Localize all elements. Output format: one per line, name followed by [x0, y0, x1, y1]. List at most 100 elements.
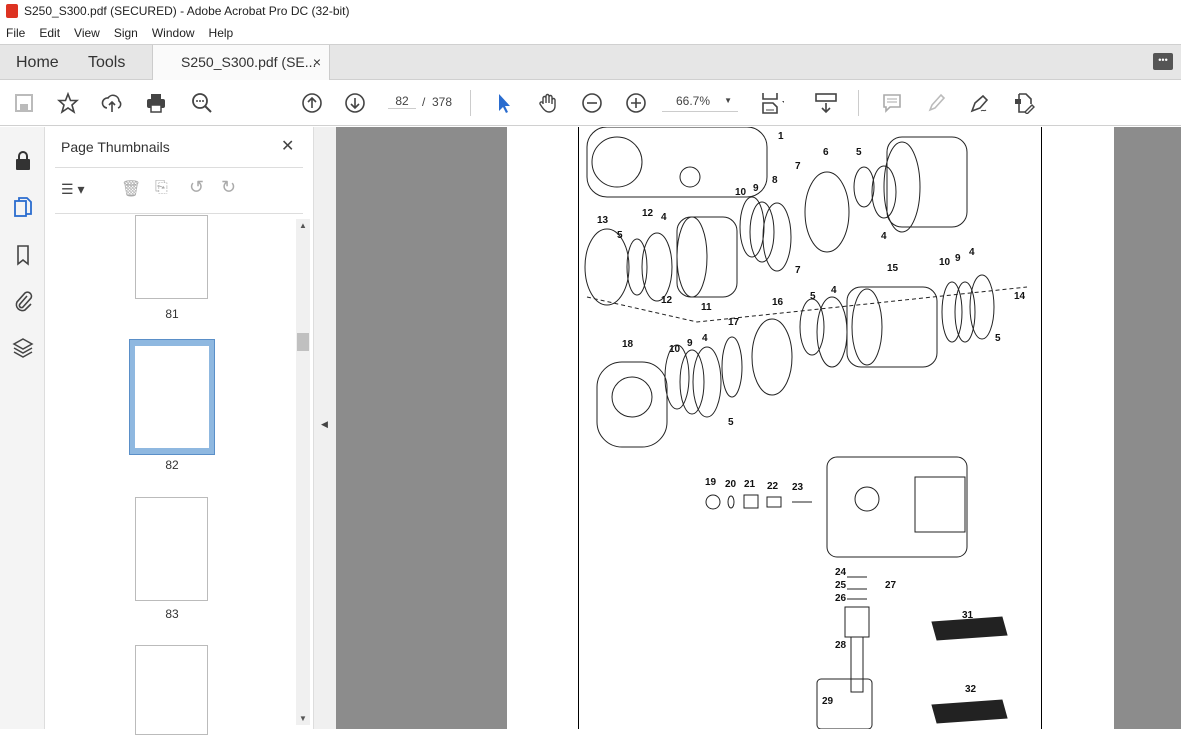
tab-bar: Home Tools S250_S300.pdf (SE... × ••• [0, 44, 1181, 81]
edit-pdf-icon[interactable] [1012, 91, 1036, 115]
thumbnail-page-83[interactable] [135, 497, 208, 601]
zoom-value: 66.7% [676, 94, 711, 108]
total-pages: 378 [432, 95, 453, 109]
hand-tool-icon[interactable] [536, 91, 560, 115]
title-bar: S250_S300.pdf (SECURED) - Adobe Acrobat … [0, 0, 1181, 22]
thumbnail-options-icon[interactable]: ☰ ▾ [61, 181, 95, 199]
menu-edit[interactable]: Edit [39, 26, 60, 40]
menu-sign[interactable]: Sign [114, 26, 138, 40]
bookmarks-icon[interactable] [11, 243, 35, 267]
tab-document[interactable]: S250_S300.pdf (SE... × [152, 45, 330, 81]
callout-label: 14 [1014, 291, 1026, 302]
callout-label: 4 [661, 212, 667, 223]
callout-label: 22 [767, 481, 779, 492]
panel-title: Page Thumbnails [61, 139, 170, 155]
page-thumbnails-icon[interactable] [11, 195, 35, 219]
page-number-input[interactable]: 82 [388, 94, 416, 109]
callout-label: 31 [962, 610, 974, 621]
callout-label: 11 [701, 302, 712, 313]
callout-label: 10 [735, 187, 747, 198]
callout-label: 6 [823, 147, 829, 158]
save-icon[interactable] [12, 91, 36, 115]
menu-window[interactable]: Window [152, 26, 195, 40]
sign-pen-icon[interactable] [968, 91, 992, 115]
callout-label: 21 [744, 479, 756, 490]
callout-label: 9 [955, 253, 961, 264]
callout-label: 13 [597, 215, 609, 226]
callout-label: 5 [810, 291, 816, 302]
layers-icon[interactable] [11, 335, 35, 359]
callout-label: 5 [995, 333, 1001, 344]
document-view[interactable]: 1 6 5 7 8 9 10 12 4 13 5 4 7 12 11 15 10… [336, 127, 1181, 729]
rotate-left-icon[interactable]: ↺ [189, 177, 204, 198]
thumbnail-label: 81 [165, 307, 179, 321]
zoom-out-icon[interactable] [580, 91, 604, 115]
callout-label: 16 [772, 297, 784, 308]
attachments-icon[interactable] [11, 289, 35, 313]
callout-label: 9 [753, 183, 759, 194]
thumbnail-page-84[interactable] [135, 645, 208, 735]
callout-label: 26 [835, 593, 847, 604]
scroll-mode-icon[interactable] [814, 91, 838, 115]
callout-label: 9 [687, 338, 693, 349]
comment-panel-icon[interactable]: ••• [1153, 53, 1173, 70]
thumbnail-label: 83 [165, 607, 179, 621]
callout-label: 28 [835, 640, 847, 651]
menu-help[interactable]: Help [209, 26, 234, 40]
callout-label: 5 [728, 417, 734, 428]
rotate-right-icon[interactable]: ↻ [221, 177, 236, 198]
collapse-panel-handle[interactable]: ◀ [313, 127, 336, 729]
select-cursor-icon[interactable] [492, 91, 516, 115]
toolbar: 82 / 378 66.7% ▼ [0, 80, 1181, 126]
page-thumbnails-panel: Page Thumbnails ✕ ☰ ▾ 🗑 ⎘ ↺ ↻ 81 82 83 ▲… [45, 127, 313, 735]
callout-label: 27 [885, 580, 897, 591]
search-zoom-icon[interactable] [190, 91, 214, 115]
thumbnail-page-81[interactable] [135, 215, 208, 299]
callout-label: 17 [728, 317, 740, 328]
callout-label: 7 [795, 265, 801, 276]
thumbnail-page-82-selected[interactable] [129, 339, 215, 455]
menu-view[interactable]: View [74, 26, 100, 40]
window-title: S250_S300.pdf (SECURED) - Adobe Acrobat … [24, 4, 350, 18]
acrobat-logo-icon [6, 4, 18, 18]
print-icon[interactable] [144, 91, 168, 115]
tab-document-label: S250_S300.pdf (SE... [181, 54, 317, 70]
callout-label: 8 [772, 175, 778, 186]
callout-label: 18 [622, 339, 634, 350]
highlight-pen-icon[interactable] [924, 91, 948, 115]
close-panel-button[interactable]: ✕ [281, 136, 294, 156]
left-nav-rail [0, 127, 45, 729]
close-tab-button[interactable]: × [313, 45, 321, 80]
callout-label: 29 [822, 696, 834, 707]
fit-page-icon[interactable] [760, 91, 784, 115]
bookmark-star-icon[interactable] [56, 91, 80, 115]
callout-label: 4 [881, 231, 887, 242]
menu-file[interactable]: File [6, 26, 25, 40]
delete-page-icon[interactable]: 🗑 [121, 179, 141, 199]
callout-label: 4 [969, 247, 975, 258]
zoom-dropdown[interactable]: 66.7% ▼ [662, 94, 738, 112]
page-separator: / [422, 95, 426, 109]
tab-tools[interactable]: Tools [88, 45, 125, 80]
menu-bar: File Edit View Sign Window Help [0, 22, 1181, 44]
upload-cloud-icon[interactable] [100, 91, 124, 115]
thumbnail-label: 82 [165, 458, 179, 472]
callout-label: 25 [835, 580, 847, 591]
extract-pages-icon[interactable]: ⎘ [155, 179, 168, 197]
zoom-in-icon[interactable] [624, 91, 648, 115]
tab-home[interactable]: Home [16, 45, 59, 80]
callout-label: 4 [702, 333, 708, 344]
callout-label: 5 [856, 147, 862, 158]
chevron-left-icon: ◀ [321, 419, 328, 429]
comment-icon[interactable] [880, 91, 904, 115]
thumbnail-scrollbar[interactable]: ▲ ▼ [296, 219, 310, 725]
previous-page-icon[interactable] [300, 91, 324, 115]
callout-label: 24 [835, 567, 847, 578]
callout-label: 7 [795, 161, 801, 172]
pdf-page: 1 6 5 7 8 9 10 12 4 13 5 4 7 12 11 15 10… [507, 127, 1114, 729]
chevron-down-icon: ▼ [724, 96, 732, 105]
lock-icon[interactable] [11, 149, 35, 173]
next-page-icon[interactable] [343, 91, 367, 115]
callout-label: 32 [965, 684, 977, 695]
callout-label: 19 [705, 477, 717, 488]
